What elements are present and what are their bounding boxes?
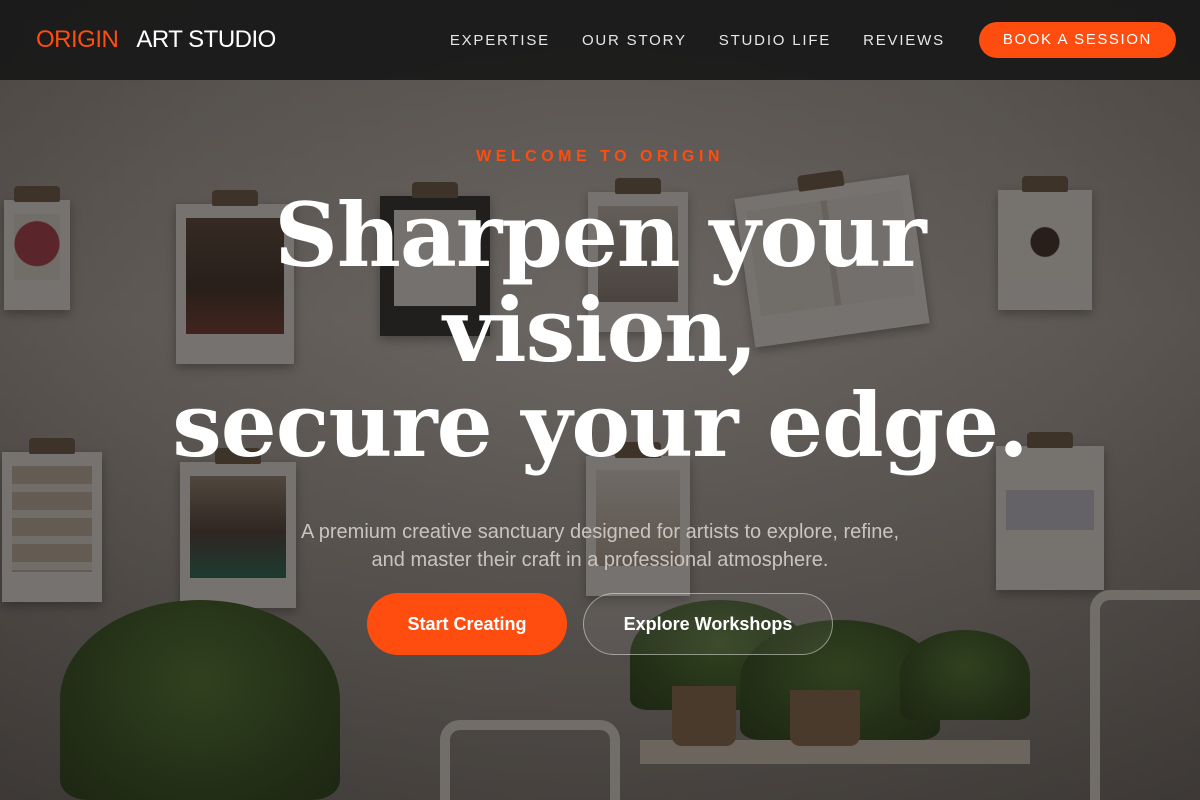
headline-line: Sharpen your — [274, 183, 926, 287]
subtitle-line: A premium creative sanctuary designed fo… — [300, 521, 900, 543]
nav-link-reviews[interactable]: REVIEWS — [863, 32, 945, 49]
page: ORIGIN ART STUDIO EXPERTISE OUR STORY ST… — [0, 0, 1200, 800]
book-session-button[interactable]: BOOK A SESSION — [978, 22, 1176, 58]
logo[interactable]: ORIGIN ART STUDIO — [24, 22, 276, 58]
hero-subtitle: A premium creative sanctuary designed fo… — [260, 518, 940, 574]
hero-section: WELCOME TO ORIGIN Sharpen your vision, s… — [0, 80, 1200, 800]
nav-link-studio-life[interactable]: STUDIO LIFE — [719, 32, 831, 49]
site-header: ORIGIN ART STUDIO EXPERTISE OUR STORY ST… — [0, 0, 1200, 80]
subtitle-line: and master their craft in a professional… — [371, 549, 829, 571]
nav-link-our-story[interactable]: OUR STORY — [582, 32, 687, 49]
logo-mark: ORIGIN — [24, 22, 131, 58]
start-creating-button[interactable]: Start Creating — [367, 593, 567, 655]
main-nav: EXPERTISE OUR STORY STUDIO LIFE REVIEWS — [450, 32, 945, 49]
hero-buttons: Start Creating Explore Workshops — [0, 593, 1200, 655]
headline-line: vision, — [443, 278, 758, 382]
explore-workshops-button[interactable]: Explore Workshops — [583, 593, 833, 655]
nav-link-expertise[interactable]: EXPERTISE — [450, 32, 550, 49]
headline-line: secure your edge. — [172, 373, 1029, 477]
logo-text: ART STUDIO — [136, 26, 276, 53]
hero-headline: Sharpen your vision, secure your edge. — [0, 188, 1200, 473]
hero-eyebrow: WELCOME TO ORIGIN — [476, 148, 724, 165]
